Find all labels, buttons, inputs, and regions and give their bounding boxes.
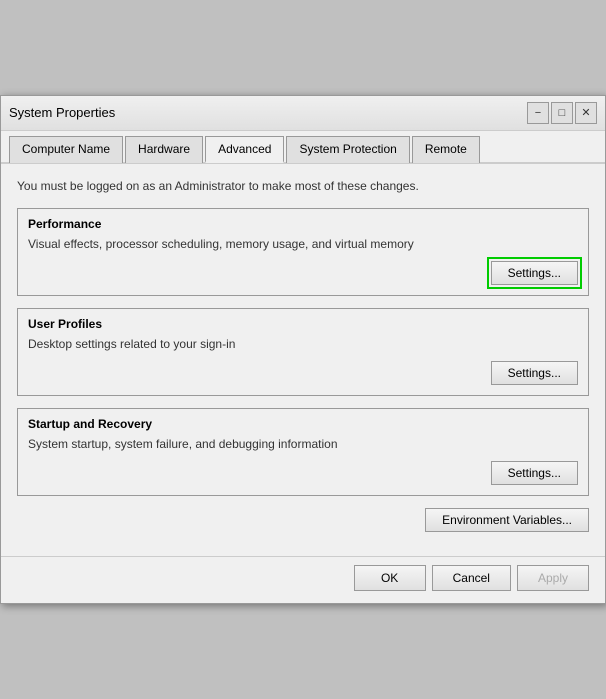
user-profiles-btn-row: Settings...	[28, 361, 578, 385]
tab-hardware[interactable]: Hardware	[125, 136, 203, 163]
bottom-button-bar: OK Cancel Apply	[1, 556, 605, 603]
title-bar-controls: − □ ✕	[527, 102, 597, 124]
startup-recovery-title: Startup and Recovery	[28, 417, 578, 431]
startup-recovery-btn-row: Settings...	[28, 461, 578, 485]
performance-btn-row: Settings...	[28, 261, 578, 285]
cancel-button[interactable]: Cancel	[432, 565, 511, 591]
environment-variables-button[interactable]: Environment Variables...	[425, 508, 589, 532]
title-bar: System Properties − □ ✕	[1, 96, 605, 131]
startup-recovery-desc: System startup, system failure, and debu…	[28, 437, 578, 451]
user-profiles-settings-button[interactable]: Settings...	[491, 361, 578, 385]
system-properties-window: System Properties − □ ✕ Computer Name Ha…	[0, 95, 606, 605]
performance-desc: Visual effects, processor scheduling, me…	[28, 237, 578, 251]
user-profiles-section: User Profiles Desktop settings related t…	[17, 308, 589, 396]
admin-notice: You must be logged on as an Administrato…	[17, 178, 589, 195]
env-btn-row: Environment Variables...	[17, 508, 589, 532]
startup-recovery-section: Startup and Recovery System startup, sys…	[17, 408, 589, 496]
minimize-button[interactable]: −	[527, 102, 549, 124]
tab-system-protection[interactable]: System Protection	[286, 136, 409, 163]
user-profiles-title: User Profiles	[28, 317, 578, 331]
tab-remote[interactable]: Remote	[412, 136, 480, 163]
close-button[interactable]: ✕	[575, 102, 597, 124]
performance-settings-button[interactable]: Settings...	[491, 261, 578, 285]
startup-recovery-settings-button[interactable]: Settings...	[491, 461, 578, 485]
tab-advanced[interactable]: Advanced	[205, 136, 284, 163]
apply-button[interactable]: Apply	[517, 565, 589, 591]
ok-button[interactable]: OK	[354, 565, 426, 591]
performance-section: Performance Visual effects, processor sc…	[17, 208, 589, 296]
tab-computer-name[interactable]: Computer Name	[9, 136, 123, 163]
tab-bar: Computer Name Hardware Advanced System P…	[1, 131, 605, 164]
user-profiles-desc: Desktop settings related to your sign-in	[28, 337, 578, 351]
performance-title: Performance	[28, 217, 578, 231]
window-title: System Properties	[9, 105, 115, 120]
tab-content: You must be logged on as an Administrato…	[1, 164, 605, 557]
maximize-button[interactable]: □	[551, 102, 573, 124]
